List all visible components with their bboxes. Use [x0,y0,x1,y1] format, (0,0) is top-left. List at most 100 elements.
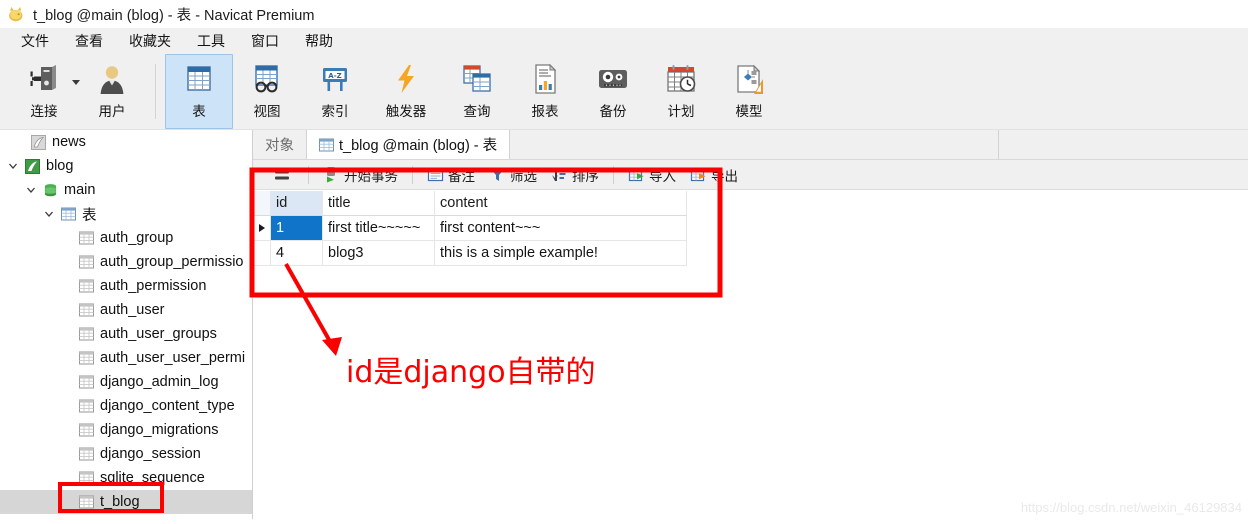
table-small-icon [76,423,96,437]
ribbon-report-label: 报表 [531,104,559,119]
menu-help[interactable]: 帮助 [292,28,346,55]
menu-tools[interactable]: 工具 [184,28,238,55]
report-icon [530,60,560,98]
tree-item-django-content-type[interactable]: django_content_type [0,394,252,418]
tabstrip-trailing-area [998,130,1248,159]
cell-id[interactable]: 1 [271,216,323,241]
tree-item-label: django_session [100,446,201,462]
tree-group-views[interactable]: 视图 [0,514,252,519]
tree-item-label: auth_user_groups [100,326,217,342]
grid-gutter-header [253,191,271,216]
ribbon-view-label: 视图 [253,104,281,119]
tree-item-main[interactable]: main [0,178,252,202]
table-row[interactable]: 1 first title~~~~~ first content~~~ [253,216,687,241]
ribbon-query-label: 查询 [463,104,491,119]
navicat-logo-icon [6,4,26,24]
ribbon-index[interactable]: A-Z 索引 [301,54,369,129]
ribbon-view[interactable]: 视图 [233,54,301,129]
ribbon-schedule-label: 计划 [667,104,695,119]
ribbon-backup-label: 备份 [599,104,627,119]
ribbon-table[interactable]: 表 [165,54,233,129]
tree-item-sqlite-sequence[interactable]: sqlite_sequence [0,466,252,490]
menu-view[interactable]: 查看 [62,28,116,55]
cell-content[interactable]: first content~~~ [435,216,687,241]
tree-item-label: auth_user [100,302,165,318]
tree-item-blog[interactable]: blog [0,154,252,178]
main-body: news blog main 表 auth_group auth_group_p… [0,130,1248,519]
table-editor-pane: 对象 t_blog @main (blog) - 表 开始事务 备注 筛选 排序… [253,130,1248,519]
note-label: 备注 [448,168,475,184]
tab-t-blog-label: t_blog @main (blog) - 表 [339,138,498,154]
ribbon-trigger[interactable]: 触发器 [369,54,443,129]
toolbar-divider [412,165,413,184]
ribbon-schedule[interactable]: 计划 [647,54,715,129]
cell-title[interactable]: first title~~~~~ [323,216,435,241]
ribbon-connection[interactable]: 连接 [10,54,80,129]
import-icon [628,166,645,183]
tree-group-tables[interactable]: 表 [0,202,252,226]
tree-item-label: blog [46,158,74,174]
export-button[interactable]: 导出 [683,163,745,187]
tree-item-auth-group[interactable]: auth_group [0,226,252,250]
cell-content[interactable]: this is a simple example! [435,241,687,266]
chevron-down-icon[interactable] [22,185,40,195]
tab-objects[interactable]: 对象 [253,130,306,159]
chevron-down-icon[interactable] [40,209,58,219]
column-header-content[interactable]: content [435,191,687,216]
schedule-icon [665,60,697,98]
sort-button[interactable]: 排序 [544,163,606,187]
tree-item-label: django_admin_log [100,374,219,390]
column-header-id[interactable]: id [271,191,323,216]
tree-item-auth-group-permissions[interactable]: auth_group_permissio [0,250,252,274]
window-titlebar: t_blog @main (blog) - 表 - Navicat Premiu… [0,0,1248,28]
tree-item-auth-permission[interactable]: auth_permission [0,274,252,298]
tree-item-auth-user[interactable]: auth_user [0,298,252,322]
begin-transaction-button[interactable]: 开始事务 [316,163,405,187]
index-icon: A-Z [319,60,351,98]
ribbon-user[interactable]: 用户 [78,54,146,129]
sqlite-grey-icon [28,134,48,150]
cell-id[interactable]: 4 [271,241,323,266]
ribbon-model-label: 模型 [735,104,763,119]
ribbon-query[interactable]: 查询 [443,54,511,129]
tree-group-label: 表 [82,207,97,224]
sort-label: 排序 [572,168,599,184]
ribbon-model[interactable]: 模型 [715,54,783,129]
connection-icon [27,60,61,98]
table-small-icon [76,327,96,341]
main-toolbar: 连接 用户 表 视图 A-Z 索引 触发器 查询 报表 备份 计划 模型 [0,54,1248,130]
menu-window[interactable]: 窗口 [238,28,292,55]
tree-item-auth-user-groups[interactable]: auth_user_groups [0,322,252,346]
tree-item-django-session[interactable]: django_session [0,442,252,466]
tree-item-django-admin-log[interactable]: django_admin_log [0,370,252,394]
current-row-arrow-icon [258,224,265,232]
column-header-title[interactable]: title [323,191,435,216]
menu-favorites[interactable]: 收藏夹 [116,28,184,55]
cell-title[interactable]: blog3 [323,241,435,266]
tree-item-news[interactable]: news [0,130,252,154]
table-small-icon [76,255,96,269]
chevron-down-icon[interactable] [4,161,22,171]
tree-item-t-blog[interactable]: t_blog [0,490,252,514]
grid-view-toggle[interactable] [267,163,301,187]
tab-t-blog[interactable]: t_blog @main (blog) - 表 [306,130,511,159]
table-small-icon [76,399,96,413]
tree-item-django-migrations[interactable]: django_migrations [0,418,252,442]
table-small-icon [76,471,96,485]
export-icon [690,166,707,183]
tree-item-label: auth_group_permissio [100,254,244,270]
ribbon-backup[interactable]: 备份 [579,54,647,129]
object-tree-sidebar[interactable]: news blog main 表 auth_group auth_group_p… [0,130,253,519]
ribbon-report[interactable]: 报表 [511,54,579,129]
model-icon [733,60,765,98]
tree-item-auth-user-user-permissions[interactable]: auth_user_user_permi [0,346,252,370]
grid-form-toggle-icon [274,167,290,183]
menu-file[interactable]: 文件 [8,28,62,55]
table-row[interactable]: 4 blog3 this is a simple example! [253,241,687,266]
import-button[interactable]: 导入 [621,163,683,187]
note-button[interactable]: 备注 [420,163,482,187]
filter-button[interactable]: 筛选 [482,163,544,187]
export-label: 导出 [711,168,738,184]
data-grid[interactable]: id title content 1 first title~~~~~ firs… [253,191,687,266]
view-icon [251,60,283,98]
